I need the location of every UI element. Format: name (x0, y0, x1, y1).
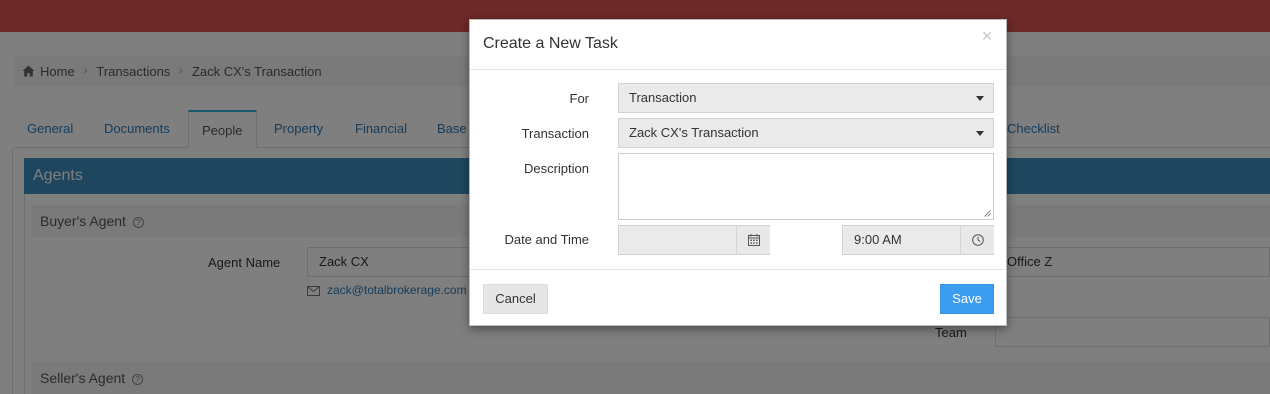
caret-down-icon (976, 96, 984, 101)
close-icon[interactable]: × (980, 26, 994, 46)
caret-down-icon (976, 131, 984, 136)
for-label: For (569, 91, 590, 106)
cancel-button[interactable]: Cancel (483, 284, 548, 314)
modal-header: Create a New Task × (470, 20, 1006, 70)
date-time-label: Date and Time (504, 232, 589, 247)
create-task-modal: Create a New Task × For Transaction Tran… (469, 19, 1007, 326)
transaction-label: Transaction (521, 126, 589, 141)
for-select[interactable]: Transaction (618, 83, 994, 113)
modal-title: Create a New Task (483, 35, 618, 52)
description-label: Description (523, 161, 589, 176)
description-textarea[interactable] (618, 153, 994, 220)
transaction-select-value: Zack CX's Transaction (629, 125, 759, 140)
modal-footer: Cancel Save (470, 269, 1006, 326)
save-button[interactable]: Save (940, 284, 994, 314)
date-picker (618, 225, 770, 255)
time-picker: 9:00 AM (842, 225, 994, 255)
time-input[interactable]: 9:00 AM (843, 226, 960, 254)
transaction-select[interactable]: Zack CX's Transaction (618, 118, 994, 148)
date-input[interactable] (619, 226, 736, 254)
for-select-value: Transaction (629, 90, 697, 105)
clock-icon[interactable] (960, 226, 994, 254)
resize-handle-icon[interactable] (984, 210, 991, 217)
calendar-icon[interactable] (736, 226, 770, 254)
